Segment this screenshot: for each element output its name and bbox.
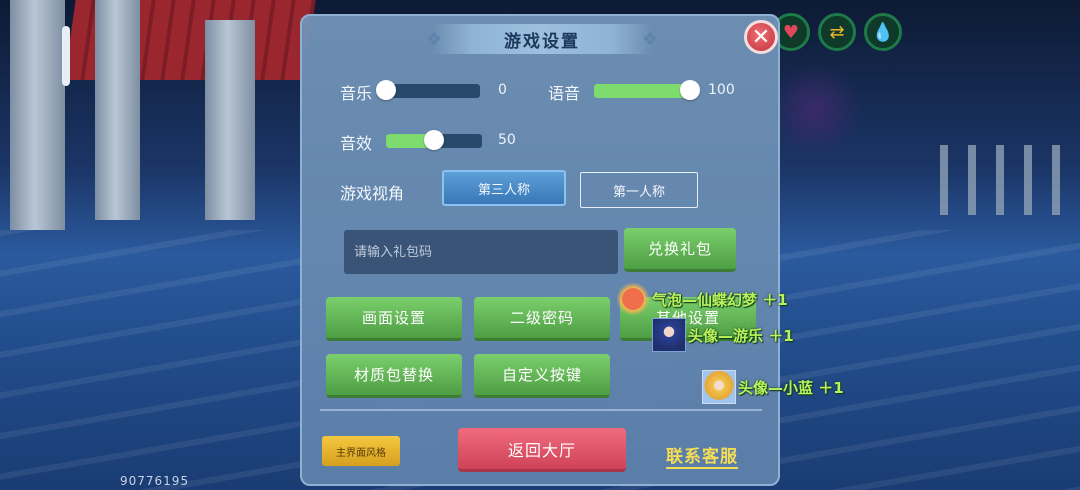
redeem-gift-button[interactable]: 兑换礼包 (624, 228, 736, 272)
graphics-settings-button[interactable]: 画面设置 (326, 297, 462, 341)
sfx-label: 音效 (340, 134, 373, 153)
main-style-button[interactable]: 主界面风格 (322, 436, 400, 466)
stone-pillar (205, 20, 255, 220)
dialog-title: 游戏设置 (504, 31, 580, 52)
reward-notice-text: 头像—游乐 ＋1 (688, 326, 794, 345)
side-drawer-handle[interactable] (62, 26, 70, 86)
music-label: 音乐 (340, 84, 373, 103)
contact-service-link[interactable]: 联系客服 (666, 442, 738, 469)
stone-fence (940, 145, 1080, 215)
crab-bubble-icon (616, 282, 650, 316)
stone-pillar (10, 0, 65, 230)
third-person-toggle[interactable]: 第三人称 (442, 170, 566, 206)
coral-decoration (770, 60, 860, 160)
stone-pillar (95, 0, 140, 220)
title-ribbon: ❖ 游戏设置 ❖ (426, 24, 658, 54)
reward-notice-text: 气泡—仙蝶幻梦 ＋1 (652, 290, 788, 309)
view-label: 游戏视角 (340, 184, 405, 203)
music-slider-knob[interactable] (376, 80, 396, 100)
avatar-blonde-icon (702, 370, 736, 404)
avatar-blue-icon (652, 318, 686, 352)
game-settings-dialog: ❖ 游戏设置 ❖ ✕ 音乐 0 语音 100 音效 50 游戏视角 第三人称 第… (300, 14, 780, 486)
sfx-value: 50 (498, 132, 516, 148)
voice-slider-knob[interactable] (680, 80, 700, 100)
gift-code-input[interactable] (344, 230, 618, 274)
voice-slider[interactable] (594, 80, 700, 100)
second-password-button[interactable]: 二级密码 (474, 297, 610, 341)
reward-notice-text: 头像—小蓝 ＋1 (738, 378, 844, 397)
water-drop-icon[interactable]: 💧 (864, 13, 902, 51)
voice-value: 100 (708, 82, 735, 98)
divider (320, 409, 762, 411)
first-person-toggle[interactable]: 第一人称 (580, 172, 698, 208)
sfx-slider[interactable] (386, 130, 482, 150)
ornament-left-icon: ❖ (426, 28, 443, 50)
user-id: 90776195 (120, 474, 190, 488)
return-lobby-button[interactable]: 返回大厅 (458, 428, 626, 472)
custom-keys-button[interactable]: 自定义按键 (474, 354, 610, 398)
ornament-right-icon: ❖ (641, 28, 658, 50)
swap-icon[interactable]: ⇄ (818, 13, 856, 51)
close-button[interactable]: ✕ (744, 20, 778, 54)
reward-notice: 头像—游乐 ＋1 (652, 318, 794, 352)
sfx-slider-knob[interactable] (424, 130, 444, 150)
music-slider[interactable] (376, 80, 480, 100)
voice-slider-fill (594, 84, 690, 98)
reward-notice: 头像—小蓝 ＋1 (702, 370, 844, 404)
music-value: 0 (498, 82, 507, 98)
voice-label: 语音 (548, 84, 581, 103)
texture-pack-button[interactable]: 材质包替换 (326, 354, 462, 398)
close-icon: ✕ (751, 24, 771, 50)
reward-notice: 气泡—仙蝶幻梦 ＋1 (616, 282, 788, 316)
